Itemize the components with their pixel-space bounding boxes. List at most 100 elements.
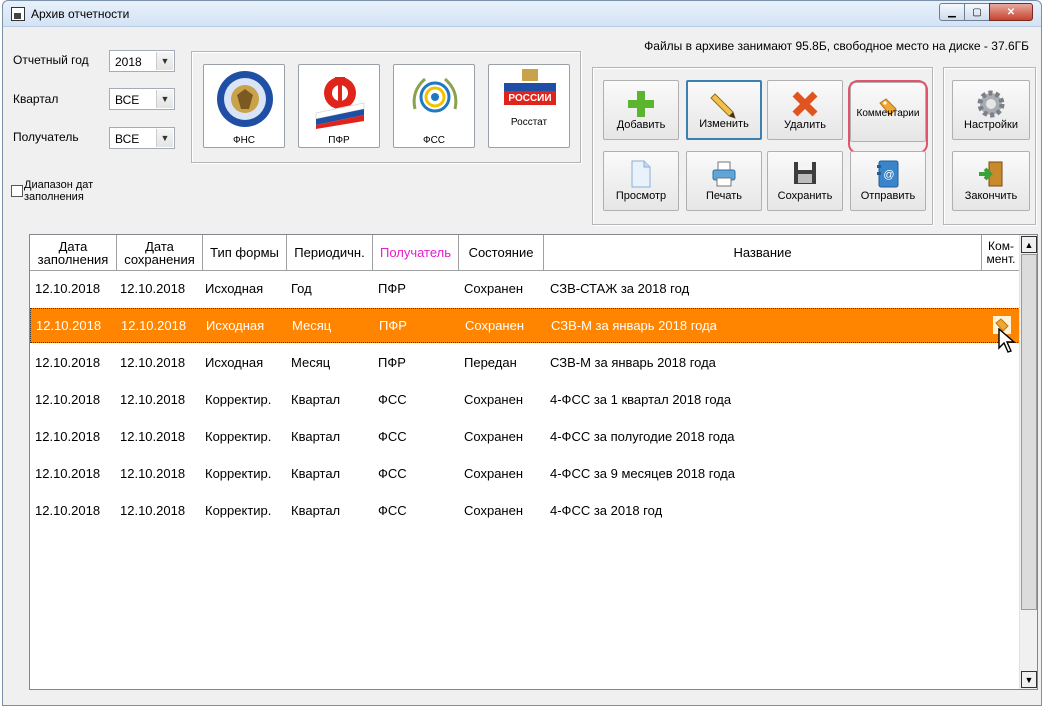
cell-recipient: ФСС: [378, 503, 407, 518]
window-controls: ▁ ▢ ✕: [939, 3, 1033, 21]
year-select[interactable]: 2018 ▼: [109, 50, 175, 72]
cell-state: Сохранен: [464, 466, 524, 481]
edit-button[interactable]: Изменить: [686, 80, 762, 140]
column-header-filled-date[interactable]: Дата заполнения: [30, 235, 117, 270]
address-book-icon: @: [877, 160, 899, 188]
cell-period: Квартал: [291, 429, 341, 444]
minimize-icon: ▁: [948, 6, 956, 18]
cell-recipient: ФСС: [378, 429, 407, 444]
cell-state: Сохранен: [464, 392, 524, 407]
recipient-label: Получатель: [13, 130, 79, 144]
vertical-scrollbar[interactable]: ▲ ▼: [1019, 235, 1037, 689]
mouse-pointer-icon: [998, 328, 1016, 353]
cell-type: Исходная: [205, 281, 264, 296]
cell-type: Исходная: [205, 355, 264, 370]
column-header-saved-date[interactable]: Дата сохранения: [117, 235, 203, 270]
quarter-label: Квартал: [13, 92, 59, 106]
cell-period: Квартал: [291, 503, 341, 518]
delete-button[interactable]: Удалить: [767, 80, 843, 140]
document-icon: [631, 160, 651, 188]
cell-filled: 12.10.2018: [35, 392, 101, 407]
chevron-down-icon: ▼: [1024, 674, 1034, 685]
cell-name: 4-ФСС за 9 месяцев 2018 года: [550, 466, 735, 481]
add-button-label: Добавить: [616, 119, 666, 131]
chevron-down-icon[interactable]: ▼: [156, 129, 173, 147]
cell-type: Корректир.: [205, 392, 272, 407]
cell-recipient: ФСС: [378, 466, 407, 481]
cell-state: Сохранен: [464, 429, 524, 444]
cell-saved: 12.10.2018: [120, 429, 186, 444]
pencil-icon: [710, 93, 736, 119]
scroll-up-button[interactable]: ▲: [1021, 236, 1037, 253]
header-line: Дата: [145, 238, 174, 254]
fns-emblem-icon: [217, 71, 273, 127]
chevron-down-icon[interactable]: ▼: [156, 90, 173, 108]
cell-name: СЗВ-М за январь 2018 года: [550, 355, 716, 370]
rosstat-logo-icon: РОССИИ: [504, 69, 556, 105]
cell-period: Квартал: [291, 392, 341, 407]
floppy-disk-icon: [794, 162, 816, 184]
cell-saved: 12.10.2018: [120, 503, 186, 518]
chevron-down-icon[interactable]: ▼: [156, 52, 173, 70]
table-row[interactable]: 12.10.2018 12.10.2018 Корректир. Квартал ФСС…: [30, 382, 1020, 417]
cell-type: Корректир.: [205, 466, 272, 481]
finish-button[interactable]: Закончить: [952, 151, 1030, 211]
close-button[interactable]: ✕: [989, 3, 1033, 21]
recipient-fss-button[interactable]: ФСС: [393, 64, 475, 148]
print-button[interactable]: Печать: [686, 151, 762, 211]
settings-button[interactable]: Настройки: [952, 80, 1030, 140]
cell-filled: 12.10.2018: [35, 466, 101, 481]
date-range-label-line2: заполнения: [24, 191, 84, 203]
table-row[interactable]: 12.10.2018 12.10.2018 Исходная Месяц ПФР Сохр…: [30, 308, 1020, 343]
table-row[interactable]: 12.10.2018 12.10.2018 Корректир. Квартал ФСС…: [30, 493, 1020, 528]
add-button[interactable]: Добавить: [603, 80, 679, 140]
cell-name: 4-ФСС за 2018 год: [550, 503, 663, 518]
save-button[interactable]: Сохранить: [767, 151, 843, 211]
recipient-fns-button[interactable]: ФНС: [203, 64, 285, 148]
view-button[interactable]: Просмотр: [603, 151, 679, 211]
table-row[interactable]: 12.10.2018 12.10.2018 Корректир. Квартал ФСС…: [30, 419, 1020, 454]
column-header-periodicity[interactable]: Периодичн.: [287, 235, 373, 270]
cell-period: Квартал: [291, 466, 341, 481]
cell-recipient: ПФР: [378, 281, 406, 296]
scrollbar-thumb[interactable]: [1021, 254, 1037, 610]
cell-saved: 12.10.2018: [120, 355, 186, 370]
recipient-fss-label: ФСС: [422, 135, 446, 146]
column-header-name[interactable]: Название: [544, 235, 982, 270]
quarter-select[interactable]: ВСЕ ▼: [109, 88, 175, 110]
cell-state: Сохранен: [464, 281, 524, 296]
scroll-down-button[interactable]: ▼: [1021, 671, 1037, 688]
maximize-button[interactable]: ▢: [964, 3, 990, 21]
column-header-state[interactable]: Состояние: [459, 235, 544, 270]
reports-table[interactable]: Дата заполнения Дата сохранения Тип формы …: [29, 234, 1038, 690]
cell-saved: 12.10.2018: [120, 466, 186, 481]
column-header-recipient[interactable]: Получатель: [373, 235, 459, 270]
archive-size-info: Файлы в архиве занимают 95.8Б, свободное…: [644, 39, 1029, 53]
date-range-label-line1: Диапазон дат: [24, 179, 94, 191]
cell-saved: 12.10.2018: [121, 318, 187, 333]
date-range-checkbox[interactable]: [11, 185, 23, 197]
table-row[interactable]: 12.10.2018 12.10.2018 Исходная Год ПФР Сохран…: [30, 271, 1020, 306]
cell-state: Передан: [464, 355, 517, 370]
cell-saved: 12.10.2018: [120, 281, 186, 296]
table-row[interactable]: 12.10.2018 12.10.2018 Исходная Месяц ПФР Пере…: [30, 345, 1020, 380]
year-label: Отчетный год: [13, 53, 89, 67]
comments-highlight-ring: [848, 80, 928, 154]
fss-emblem-icon: [412, 77, 458, 113]
year-select-value: 2018: [115, 55, 142, 69]
cell-state: Сохранен: [464, 503, 524, 518]
table-row[interactable]: 12.10.2018 12.10.2018 Корректир. Квартал ФСС…: [30, 456, 1020, 491]
cell-filled: 12.10.2018: [35, 503, 101, 518]
cell-saved: 12.10.2018: [120, 392, 186, 407]
column-header-comment[interactable]: Ком-мент.: [982, 235, 1020, 270]
recipient-rosstat-button[interactable]: РОССИИ Росстат: [488, 64, 570, 148]
recipient-select[interactable]: ВСЕ ▼: [109, 127, 175, 149]
delete-button-label: Удалить: [784, 119, 826, 131]
column-header-form-type[interactable]: Тип формы: [203, 235, 287, 270]
title-bar[interactable]: Архив отчетности ▁ ▢ ✕: [3, 1, 1041, 27]
settings-button-label: Настройки: [964, 119, 1018, 131]
send-button[interactable]: @ Отправить: [850, 151, 926, 211]
minimize-button[interactable]: ▁: [939, 3, 965, 21]
gear-icon: [977, 90, 1005, 118]
recipient-pfr-button[interactable]: ПФР: [298, 64, 380, 148]
